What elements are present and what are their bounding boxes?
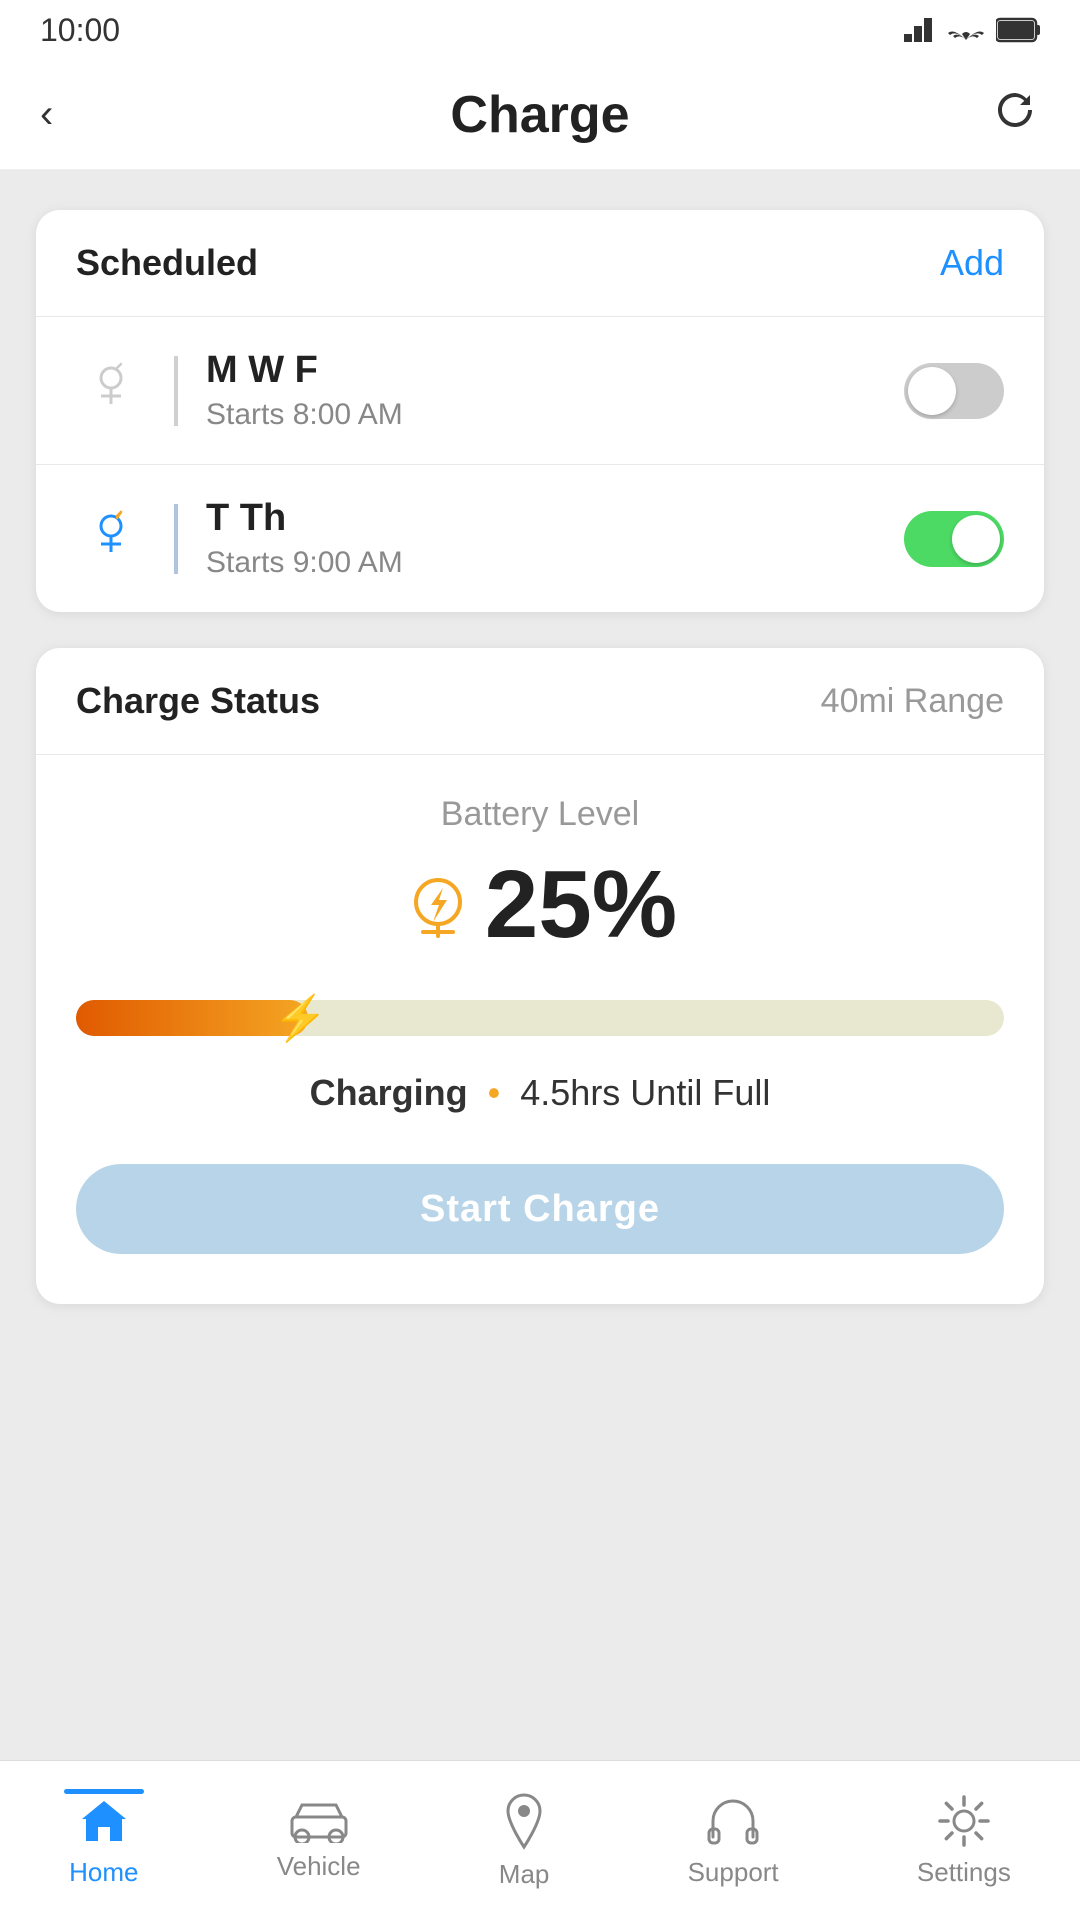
car-icon [288,1799,350,1843]
charge-status-card: Charge Status 40mi Range Battery Level 2… [36,648,1044,1304]
bottom-nav: Home Vehicle Map Support [0,1760,1080,1920]
charging-dot: • [478,1072,511,1113]
refresh-button[interactable] [980,85,1040,145]
schedule-divider-tth [174,504,178,574]
charge-body: Battery Level 25% ⚡ Charging • 4.5hrs Un [36,755,1044,1304]
progress-lightning-icon: ⚡ [273,992,328,1044]
battery-label: Battery Level [441,795,639,834]
map-icon [501,1791,547,1851]
schedule-info-tth: T Th Starts 9:00 AM [206,497,904,580]
wifi-icon [948,12,984,48]
status-time: 10:00 [40,12,120,49]
signal-icon [904,14,936,46]
schedule-row-tth: T Th Starts 9:00 AM [36,465,1044,612]
schedule-time-mwf: Starts 8:00 AM [206,398,904,432]
gear-icon [936,1793,992,1849]
scheduled-card: Scheduled Add M W F Starts 8:00 AM [36,210,1044,612]
battery-progress-bar: ⚡ [76,1000,1004,1036]
schedule-row-mwf: M W F Starts 8:00 AM [36,317,1044,465]
nav-label-support: Support [688,1857,779,1888]
nav-label-vehicle: Vehicle [277,1851,361,1882]
header: ‹ Charge [0,60,1080,170]
toggle-knob-tth [952,515,1000,563]
time-until-full: 4.5hrs Until Full [520,1072,770,1113]
nav-item-map[interactable]: Map [499,1791,550,1890]
home-icon [76,1793,132,1849]
charge-status-range: 40mi Range [821,682,1004,721]
battery-plug-icon [403,870,473,940]
back-button[interactable]: ‹ [40,92,100,137]
schedule-days-tth: T Th [206,497,904,540]
battery-percent-row: 25% [403,850,677,960]
nav-item-home[interactable]: Home [69,1793,138,1888]
nav-item-settings[interactable]: Settings [917,1793,1011,1888]
main-content: Scheduled Add M W F Starts 8:00 AM [0,170,1080,1760]
battery-percentage: 25% [485,850,677,960]
nav-item-vehicle[interactable]: Vehicle [277,1799,361,1882]
toggle-mwf[interactable] [904,363,1004,419]
page-title: Charge [450,85,629,145]
nav-label-home: Home [69,1857,138,1888]
toggle-tth[interactable] [904,511,1004,567]
schedule-divider-mwf [174,356,178,426]
schedule-days-mwf: M W F [206,349,904,392]
charging-status-text: Charging • 4.5hrs Until Full [310,1072,771,1114]
nav-label-settings: Settings [917,1857,1011,1888]
headphones-icon [705,1793,761,1849]
schedule-time-tth: Starts 9:00 AM [206,546,904,580]
scheduled-title: Scheduled [76,242,258,284]
start-charge-button[interactable]: Start Charge [76,1164,1004,1254]
battery-status-icon [996,17,1040,43]
scheduled-card-header: Scheduled Add [36,210,1044,317]
battery-progress-fill: ⚡ [76,1000,308,1036]
toggle-knob-mwf [908,367,956,415]
nav-item-support[interactable]: Support [688,1793,779,1888]
status-bar: 10:00 [0,0,1080,60]
nav-label-map: Map [499,1859,550,1890]
charge-status-header: Charge Status 40mi Range [36,648,1044,755]
add-schedule-button[interactable]: Add [940,242,1004,284]
schedule-icon-tth [76,510,146,568]
schedule-icon-mwf [76,362,146,420]
charge-status-title: Charge Status [76,680,320,722]
charging-label: Charging [310,1072,468,1113]
schedule-info-mwf: M W F Starts 8:00 AM [206,349,904,432]
status-icons [904,12,1040,48]
